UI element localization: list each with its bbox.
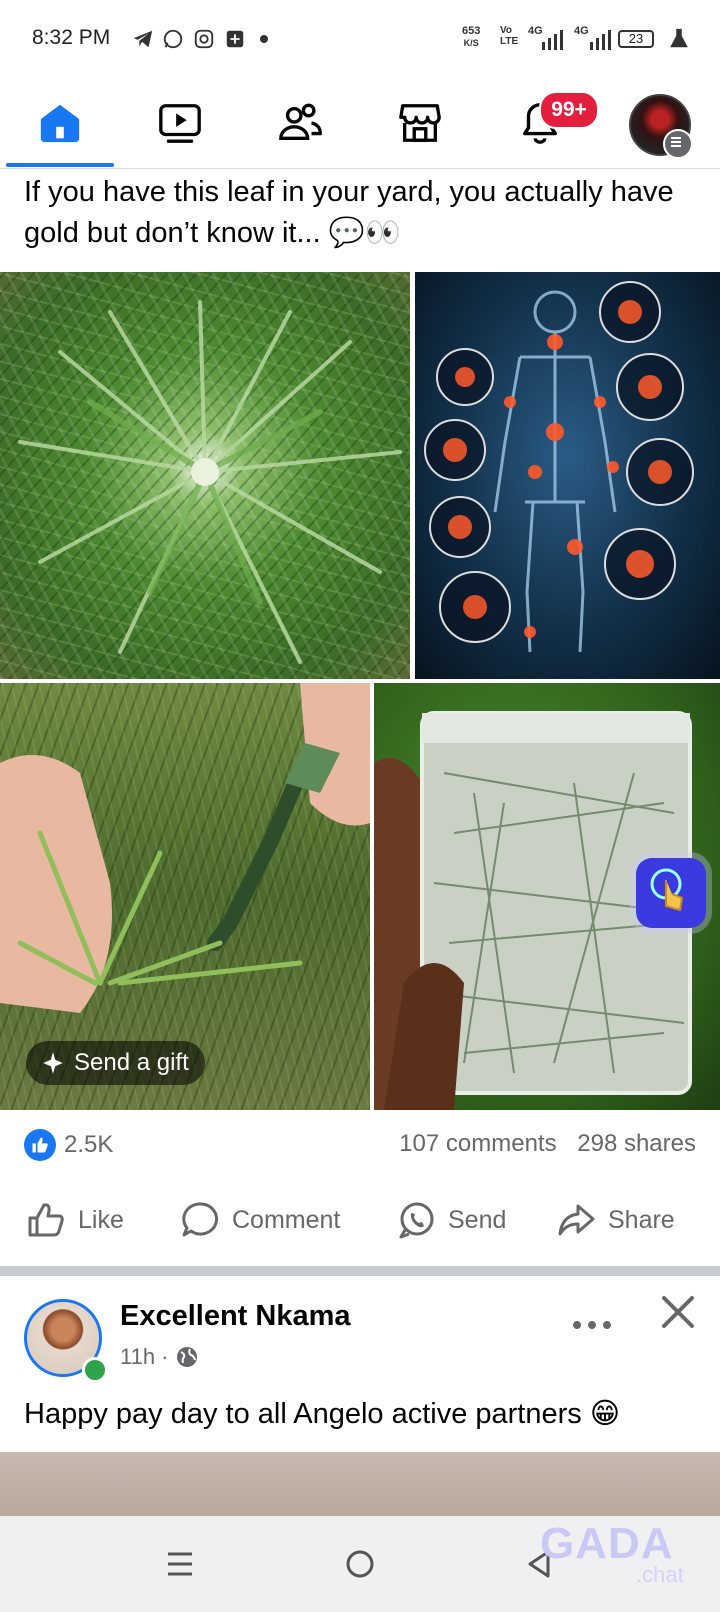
battery-icon: 23 (618, 30, 654, 48)
home-tab[interactable] (5, 80, 115, 166)
comments-count[interactable]: 107 comments (399, 1130, 556, 1157)
send-gift-label: Send a gift (74, 1049, 189, 1076)
send-gift-button[interactable]: Send a gift (26, 1041, 205, 1085)
comment-label: Comment (232, 1205, 341, 1234)
whatsapp-send-icon (399, 1202, 434, 1239)
video-tab[interactable] (125, 80, 235, 166)
active-tab-indicator (6, 163, 114, 167)
marketplace-shop-icon (399, 104, 441, 142)
speed-unit: K/S (463, 38, 479, 48)
status-bar: 8:32 PM 653 K/S Vo LTE 4G 4G 23 (0, 0, 720, 80)
home-icon (40, 104, 80, 143)
post-photo-2[interactable] (0, 1452, 720, 1516)
telegram-icon (133, 30, 153, 48)
share-label: Share (608, 1205, 675, 1234)
hide-post-button[interactable] (660, 1294, 696, 1335)
author-name[interactable]: Excellent Nkama (120, 1300, 351, 1333)
post-timestamp[interactable]: 11h · (120, 1344, 199, 1370)
globe-icon (176, 1347, 197, 1367)
post-stats: 107 comments 298 shares (385, 1130, 696, 1158)
post-time-text: 11h · (120, 1344, 169, 1369)
comment-button[interactable]: Comment (180, 1188, 340, 1252)
thumbs-up-icon (32, 1137, 48, 1153)
like-label: Like (78, 1205, 124, 1234)
thumbs-up-outline-icon (28, 1203, 64, 1237)
watermark-subtext: .chat (636, 1562, 684, 1587)
more-options-button[interactable] (572, 1302, 612, 1339)
online-status-dot (82, 1357, 108, 1383)
like-button[interactable]: Like (26, 1188, 124, 1252)
close-icon (662, 1296, 694, 1328)
video-play-icon (159, 104, 201, 143)
instagram-icon (194, 29, 214, 49)
like-reaction-icon (24, 1129, 56, 1161)
ellipsis-icon (573, 1321, 611, 1329)
send-button[interactable]: Send (396, 1188, 506, 1252)
home-circle-icon[interactable] (342, 1546, 378, 1582)
share-arrow-icon (558, 1204, 595, 1236)
post-photo-grass[interactable] (0, 272, 410, 679)
post-photo-skeleton[interactable] (415, 272, 720, 679)
shares-count[interactable]: 298 shares (577, 1130, 696, 1157)
whatsapp-icon (163, 29, 183, 49)
top-nav-bar (0, 80, 720, 169)
signal-icon (542, 30, 563, 50)
reactions-summary[interactable]: 2.5K (24, 1128, 113, 1162)
friends-icon (279, 103, 322, 141)
app-icon (226, 30, 244, 48)
comment-bubble-icon (182, 1202, 219, 1237)
dot-icon (260, 35, 268, 43)
grass-illustration (18, 300, 402, 664)
friends-tab[interactable] (245, 80, 355, 166)
like-count-text: 2.5K (64, 1131, 114, 1158)
volte-label: Vo LTE (500, 25, 519, 47)
network-type-2: 4G (574, 25, 589, 37)
menu-badge-icon[interactable] (663, 129, 693, 159)
recent-apps-icon[interactable] (162, 1546, 198, 1582)
status-time: 8:32 PM (32, 26, 111, 49)
speed-value: 653 (462, 25, 481, 37)
post-divider (0, 1266, 720, 1276)
skeleton-joint-pain-illustration (424, 281, 694, 653)
post-action-bar: Like Comment Send Share (0, 1188, 720, 1252)
floating-assist-button[interactable] (636, 858, 706, 928)
signal-icon-2 (590, 30, 611, 50)
notifications-badge: 99+ (539, 91, 599, 129)
tap-hand-icon (650, 868, 684, 912)
share-button[interactable]: Share (556, 1188, 675, 1252)
post-text-2: Happy pay day to all Angelo active partn… (24, 1398, 621, 1430)
hamburger-icon (671, 137, 681, 147)
gift-sparkle-icon (43, 1052, 63, 1074)
lab-flask-icon (670, 28, 688, 48)
post-text: If you have this leaf in your yard, you … (24, 176, 674, 249)
send-label: Send (448, 1205, 507, 1234)
marketplace-tab[interactable] (365, 80, 475, 166)
